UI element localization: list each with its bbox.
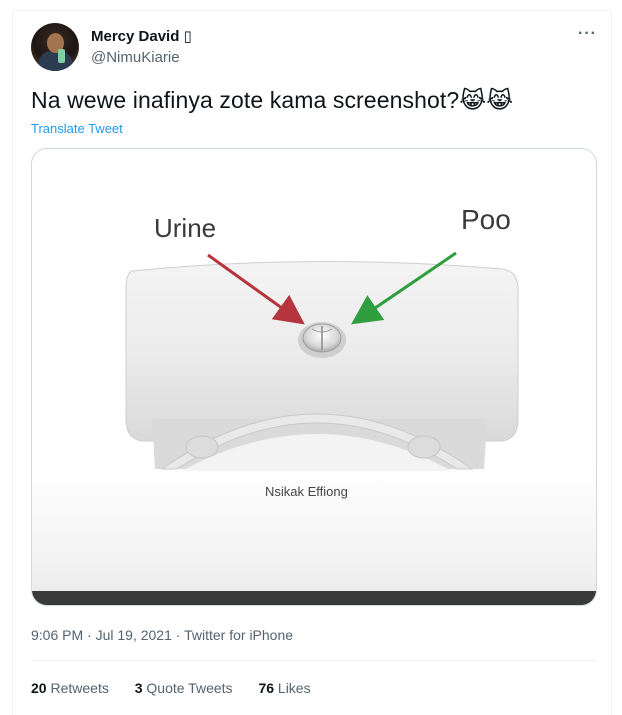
likes-count: 76 [258,680,275,696]
tweet-time[interactable]: 9:06 PM [31,627,83,643]
more-options-icon[interactable]: ··· [578,25,597,43]
quote-tweets-stat[interactable]: 3 Quote Tweets [135,680,233,696]
likes-label: Likes [277,680,311,696]
meta-separator: · [87,627,96,643]
tweet-date[interactable]: Jul 19, 2021 [96,627,172,643]
flush-button-icon [298,322,346,358]
divider [31,660,597,661]
poo-label: Poo [461,204,511,235]
tweet-source[interactable]: Twitter for iPhone [184,627,293,643]
meta-separator: · [175,627,185,643]
author-name[interactable]: Mercy David ▯ [91,27,192,45]
avatar-body-shape [39,51,72,71]
author-handle[interactable]: @NimuKiarie [91,49,180,66]
toilet-illustration: Urine Poo Nsikak Effiong [125,204,519,499]
retweets-label: Retweets [50,680,109,696]
likes-stat[interactable]: 76 Likes [258,680,310,696]
tweet-emoji: 😹😹 [459,87,514,113]
avatar-phone-shape [58,49,65,63]
quotes-label: Quote Tweets [146,680,233,696]
tweet-media-image[interactable]: Urine Poo Nsikak Effiong [31,148,597,606]
urine-label: Urine [154,213,216,243]
tweet-meta: 9:06 PM · Jul 19, 2021 · Twitter for iPh… [31,627,293,643]
tweet-text-body: Na wewe inafinya zote kama screenshot? [31,87,460,113]
translate-tweet-link[interactable]: Translate Tweet [31,121,123,136]
tweet-text: Na wewe inafinya zote kama screenshot?😹😹 [31,87,513,114]
image-watermark: Nsikak Effiong [265,484,348,499]
quotes-count: 3 [134,680,143,696]
media-bottom-bar [32,591,596,605]
retweets-count: 20 [31,680,47,696]
tweet-stats: 20 Retweets 3 Quote Tweets 76 Likes [31,680,333,696]
avatar[interactable] [31,23,79,71]
retweets-stat[interactable]: 20 Retweets [31,680,109,696]
